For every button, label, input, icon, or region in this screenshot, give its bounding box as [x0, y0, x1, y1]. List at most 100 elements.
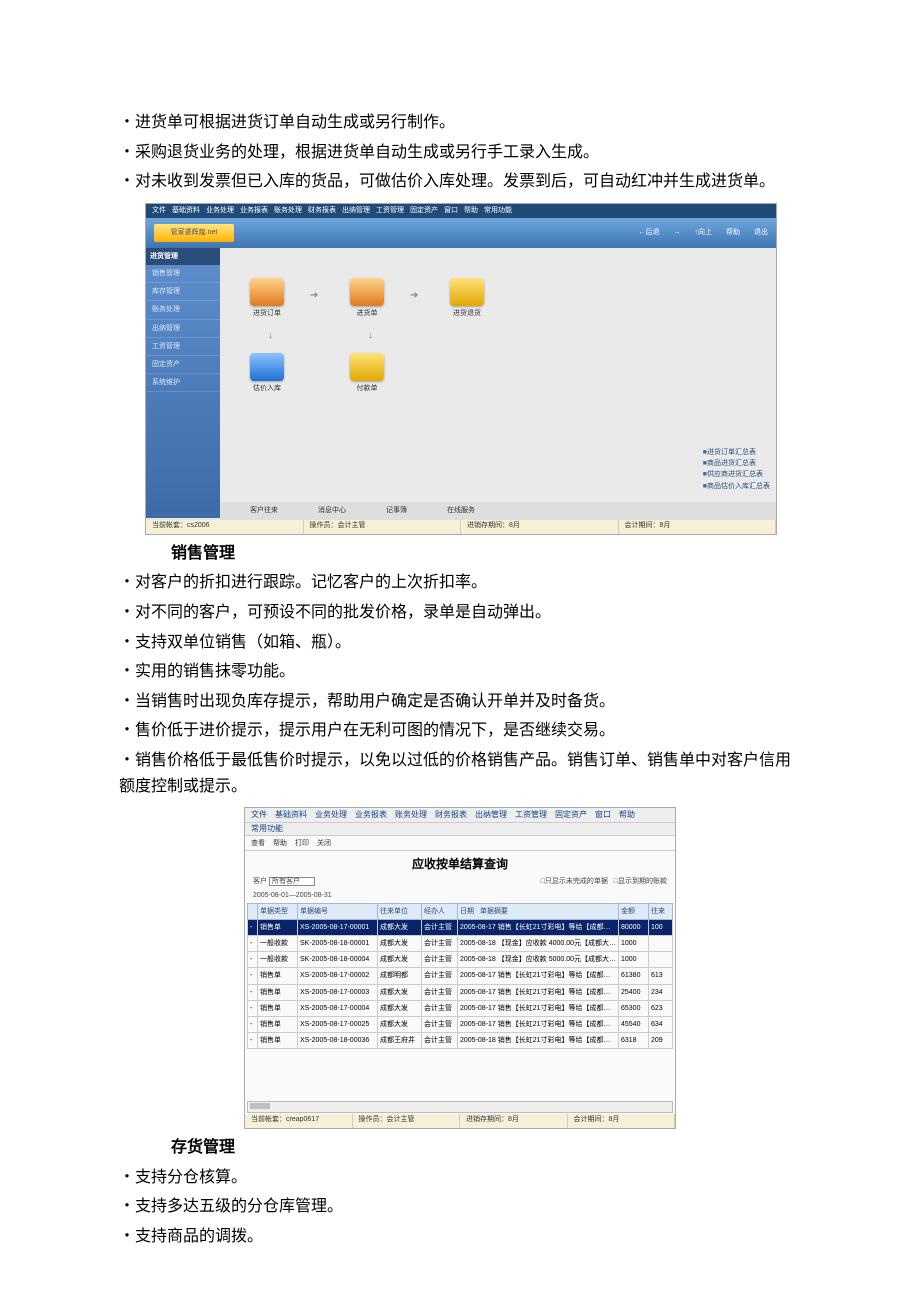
menu-item[interactable]: 业务报表: [240, 205, 268, 216]
menu-item[interactable]: 文件: [251, 809, 267, 822]
menu-item[interactable]: 财务报表: [308, 205, 336, 216]
cell-amt: 61380: [619, 968, 649, 984]
box-icon: [250, 278, 284, 306]
menu-item[interactable]: 固定资产: [555, 809, 587, 822]
app-menubar: 文件 基础资料 业务处理 业务报表 账务处理 财务报表 出纳管理 工资管理 固定…: [245, 808, 675, 823]
cell-op: 会计主管: [422, 936, 458, 952]
sidebar-header: 进货管理: [146, 248, 220, 265]
bottom-button[interactable]: 在线服务: [447, 505, 475, 516]
menu-item[interactable]: 基础资料: [172, 205, 200, 216]
cell-unit: 成都明都: [378, 968, 422, 984]
menu-item[interactable]: 业务处理: [206, 205, 234, 216]
nav-up-button[interactable]: ↑向上: [695, 227, 713, 238]
bullet-text: ・销售价格低于最低售价时提示，以免以过低的价格销售产品。销售订单、销售单中对客户…: [115, 748, 805, 799]
flow-node-order[interactable]: 进货订单: [250, 278, 284, 319]
view-button[interactable]: 查看: [251, 838, 265, 849]
sidebar-item-salary[interactable]: 工资管理: [146, 338, 220, 356]
sidebar-item-account[interactable]: 账务处理: [146, 301, 220, 319]
cell-type: 销售单: [258, 919, 298, 935]
menu-item[interactable]: 工资管理: [376, 205, 404, 216]
help-button[interactable]: 帮助: [726, 227, 740, 238]
report-link[interactable]: 商品估价入库汇总表: [703, 481, 770, 492]
report-link[interactable]: 商品进货汇总表: [703, 458, 770, 469]
help-button[interactable]: 帮助: [273, 838, 287, 849]
date-range: 2005-08-01—2005-08-31: [253, 890, 332, 901]
cell-type: 销售单: [258, 1033, 298, 1049]
menu-item[interactable]: 窗口: [595, 809, 611, 822]
table-row[interactable]: -一般收款SK-2005-08-18-00001成都大发会计主管2005-08-…: [248, 936, 673, 952]
menu-item[interactable]: 业务处理: [315, 809, 347, 822]
menu-item[interactable]: 账务处理: [395, 809, 427, 822]
app-toolbar: 管家婆辉煌.net ←后退 → ↑向上 帮助 退出: [146, 218, 776, 248]
sidebar-item-sys[interactable]: 系统维护: [146, 374, 220, 392]
sidebar-item-stock[interactable]: 库存管理: [146, 283, 220, 301]
flow-node-purchase[interactable]: 进货单: [350, 278, 384, 319]
col-type[interactable]: 单据类型: [258, 903, 298, 919]
cell-exp[interactable]: -: [248, 952, 258, 968]
flow-node-return[interactable]: 进货退货: [450, 278, 484, 319]
col-bal[interactable]: 往来: [649, 903, 673, 919]
flow-label: 付款单: [357, 385, 378, 392]
col-exp[interactable]: [248, 903, 258, 919]
cell-amt: 1000: [619, 936, 649, 952]
bottom-button[interactable]: 记事簿: [386, 505, 407, 516]
menu-item[interactable]: 财务报表: [435, 809, 467, 822]
sidebar-item-sales[interactable]: 销售管理: [146, 265, 220, 283]
menu-item[interactable]: 出纳管理: [475, 809, 507, 822]
menu-item[interactable]: 帮助: [619, 809, 635, 822]
table-row[interactable]: -销售单XS-2005-08-17-00025成都大发会计主管2005-08-1…: [248, 1017, 673, 1033]
cell-exp[interactable]: -: [248, 919, 258, 935]
menu-item[interactable]: 固定资产: [410, 205, 438, 216]
col-op[interactable]: 经办人: [422, 903, 458, 919]
cell-exp[interactable]: -: [248, 1000, 258, 1016]
menu-item[interactable]: 帮助: [464, 205, 478, 216]
table-row[interactable]: -一般收款SK-2005-08-18-00004成都大发会计主管2005-08-…: [248, 952, 673, 968]
cell-exp[interactable]: -: [248, 936, 258, 952]
print-button[interactable]: 打印: [295, 838, 309, 849]
menu-item[interactable]: 基础资料: [275, 809, 307, 822]
cell-exp[interactable]: -: [248, 968, 258, 984]
col-amt[interactable]: 金额: [619, 903, 649, 919]
cell-exp[interactable]: -: [248, 984, 258, 1000]
nav-forward-button[interactable]: →: [674, 227, 681, 238]
table-row[interactable]: -销售单XS-2005-08-17-00004成都大发会计主管2005-08-1…: [248, 1000, 673, 1016]
menu-item[interactable]: 业务报表: [355, 809, 387, 822]
col-desc[interactable]: 日期 单据摘要: [458, 903, 619, 919]
flow-node-pay[interactable]: 付款单: [350, 353, 384, 394]
table-row[interactable]: -销售单XS-2005-08-18-00036成都王府井会计主管2005-08-…: [248, 1033, 673, 1049]
table-row[interactable]: -销售单XS-2005-08-17-00002成都明都会计主管2005-08-1…: [248, 968, 673, 984]
cust-label: 客户: [253, 878, 267, 885]
cell-unit: 成都大发: [378, 936, 422, 952]
menu-item[interactable]: 账务处理: [274, 205, 302, 216]
cell-exp[interactable]: -: [248, 1033, 258, 1049]
exit-button[interactable]: 退出: [754, 227, 768, 238]
scrollbar-thumb[interactable]: [250, 1103, 270, 1109]
sidebar-item-cash[interactable]: 出纳管理: [146, 320, 220, 338]
bottom-button[interactable]: 客户往来: [250, 505, 278, 516]
cell-exp[interactable]: -: [248, 1017, 258, 1033]
menu-item[interactable]: 常用功能: [251, 823, 283, 836]
menu-item[interactable]: 文件: [152, 205, 166, 216]
checkbox-unfinished[interactable]: 只显示未完成的单据: [541, 878, 608, 885]
report-link[interactable]: 供应商进货汇总表: [703, 469, 770, 480]
col-no[interactable]: 单据编号: [298, 903, 378, 919]
close-button[interactable]: 关闭: [317, 838, 331, 849]
menu-item[interactable]: 工资管理: [515, 809, 547, 822]
menu-item[interactable]: 常用功能: [484, 205, 512, 216]
menu-item[interactable]: 出纳管理: [342, 205, 370, 216]
sidebar-item-asset[interactable]: 固定资产: [146, 356, 220, 374]
horizontal-scrollbar[interactable]: [247, 1101, 673, 1113]
col-unit[interactable]: 往来单位: [378, 903, 422, 919]
bottom-button[interactable]: 消息中心: [318, 505, 346, 516]
nav-back-button[interactable]: ←后退: [639, 227, 660, 238]
report-link[interactable]: 进货订单汇总表: [703, 447, 770, 458]
table-row[interactable]: -销售单XS-2005-08-17-00003成都大发会计主管2005-08-1…: [248, 984, 673, 1000]
checkbox-due[interactable]: 显示到期的账款: [614, 878, 667, 885]
cust-select[interactable]: 所有客户: [269, 877, 315, 886]
flow-node-estimate[interactable]: 估价入库: [250, 353, 284, 394]
bullet-text: ・支持双单位销售（如箱、瓶）。: [115, 630, 805, 656]
bullet-text: ・采购退货业务的处理，根据进货单自动生成或另行手工录入生成。: [115, 140, 805, 166]
table-row[interactable]: -销售单XS-2005-08-17-00001成都大发会计主管2005-08-1…: [248, 919, 673, 935]
menu-item[interactable]: 窗口: [444, 205, 458, 216]
receivable-table: 单据类型 单据编号 往来单位 经办人 日期 单据摘要 金额 往来 -销售单XS-…: [247, 903, 673, 1050]
